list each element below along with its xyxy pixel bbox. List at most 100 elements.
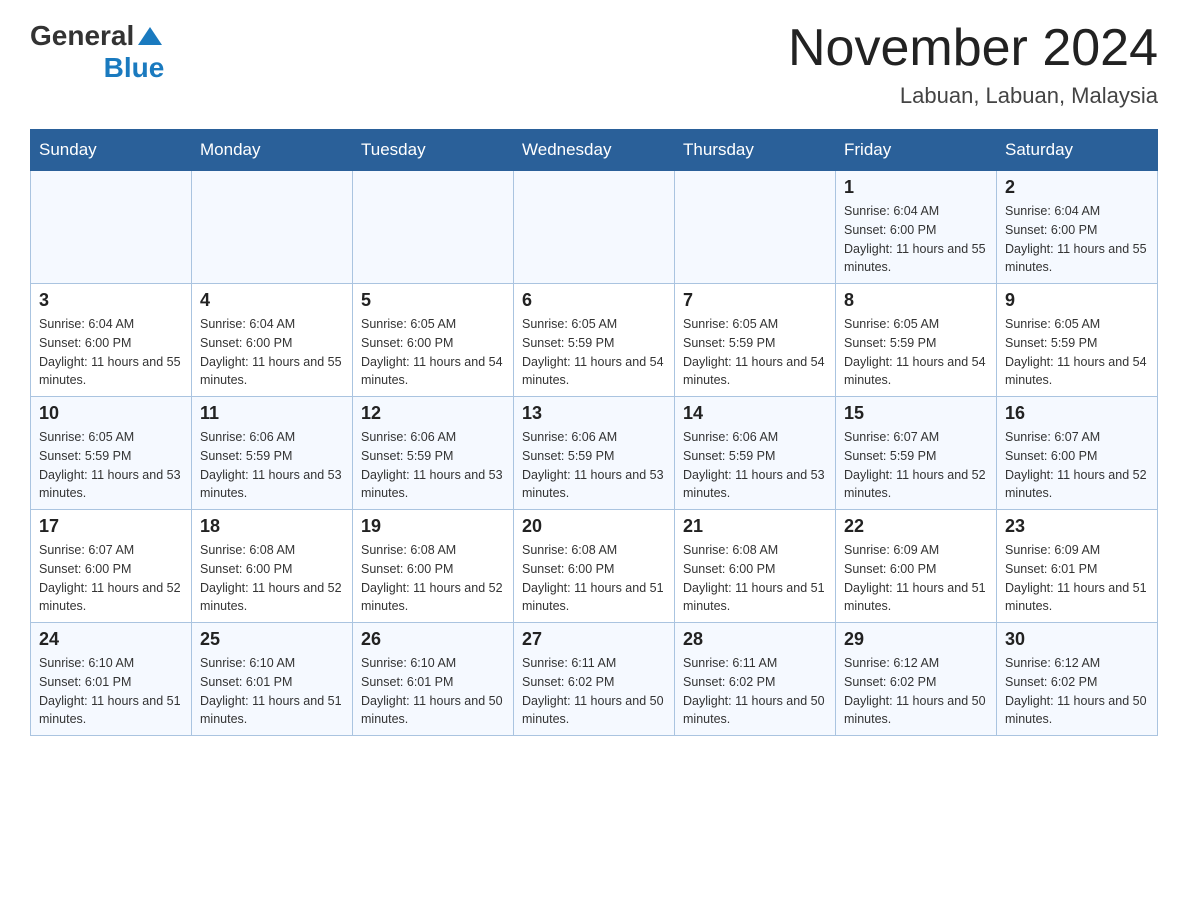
weekday-header-tuesday: Tuesday: [353, 130, 514, 171]
day-info: Sunrise: 6:05 AM Sunset: 5:59 PM Dayligh…: [844, 315, 988, 390]
day-info: Sunrise: 6:08 AM Sunset: 6:00 PM Dayligh…: [361, 541, 505, 616]
calendar-week-2: 3 Sunrise: 6:04 AM Sunset: 6:00 PM Daylig…: [31, 284, 1158, 397]
calendar-cell: 22Sunrise: 6:09 AM Sunset: 6:00 PM Dayli…: [836, 510, 997, 623]
day-info: Sunrise: 6:04 AM Sunset: 6:00 PM Dayligh…: [844, 202, 988, 277]
day-info: Sunrise: 6:05 AM Sunset: 5:59 PM Dayligh…: [39, 428, 183, 503]
weekday-header-saturday: Saturday: [997, 130, 1158, 171]
calendar-cell: 7 Sunrise: 6:05 AM Sunset: 5:59 PM Daylig…: [675, 284, 836, 397]
day-info: Sunrise: 6:06 AM Sunset: 5:59 PM Dayligh…: [522, 428, 666, 503]
day-number: 19: [361, 516, 505, 537]
day-info: Sunrise: 6:07 AM Sunset: 5:59 PM Dayligh…: [844, 428, 988, 503]
calendar-cell: 6 Sunrise: 6:05 AM Sunset: 5:59 PM Daylig…: [514, 284, 675, 397]
calendar-cell: 30Sunrise: 6:12 AM Sunset: 6:02 PM Dayli…: [997, 623, 1158, 736]
calendar-week-4: 17 Sunrise: 6:07 AM Sunset: 6:00 PM Dayli…: [31, 510, 1158, 623]
weekday-header-monday: Monday: [192, 130, 353, 171]
day-number: 7: [683, 290, 827, 311]
calendar-cell: 14 Sunrise: 6:06 AM Sunset: 5:59 PM Dayli…: [675, 397, 836, 510]
calendar-cell: 1 Sunrise: 6:04 AM Sunset: 6:00 PM Daylig…: [836, 171, 997, 284]
day-number: 23: [1005, 516, 1149, 537]
title-area: November 2024 Labuan, Labuan, Malaysia: [788, 20, 1158, 109]
day-info: Sunrise: 6:04 AM Sunset: 6:00 PM Dayligh…: [1005, 202, 1149, 277]
calendar-cell: [31, 171, 192, 284]
calendar-cell: 10Sunrise: 6:05 AM Sunset: 5:59 PM Dayli…: [31, 397, 192, 510]
calendar-cell: 11Sunrise: 6:06 AM Sunset: 5:59 PM Dayli…: [192, 397, 353, 510]
calendar-cell: 15 Sunrise: 6:07 AM Sunset: 5:59 PM Dayli…: [836, 397, 997, 510]
calendar-cell: 4 Sunrise: 6:04 AM Sunset: 6:00 PM Daylig…: [192, 284, 353, 397]
calendar-cell: 23Sunrise: 6:09 AM Sunset: 6:01 PM Dayli…: [997, 510, 1158, 623]
calendar-cell: 9 Sunrise: 6:05 AM Sunset: 5:59 PM Daylig…: [997, 284, 1158, 397]
day-number: 28: [683, 629, 827, 650]
weekday-header-wednesday: Wednesday: [514, 130, 675, 171]
day-info: Sunrise: 6:08 AM Sunset: 6:00 PM Dayligh…: [522, 541, 666, 616]
day-number: 17: [39, 516, 183, 537]
calendar-header: SundayMondayTuesdayWednesdayThursdayFrid…: [31, 130, 1158, 171]
day-number: 12: [361, 403, 505, 424]
calendar-table: SundayMondayTuesdayWednesdayThursdayFrid…: [30, 129, 1158, 736]
calendar-cell: 27 Sunrise: 6:11 AM Sunset: 6:02 PM Dayli…: [514, 623, 675, 736]
day-number: 16: [1005, 403, 1149, 424]
day-info: Sunrise: 6:12 AM Sunset: 6:02 PM Dayligh…: [1005, 654, 1149, 729]
day-number: 21: [683, 516, 827, 537]
calendar-cell: 3 Sunrise: 6:04 AM Sunset: 6:00 PM Daylig…: [31, 284, 192, 397]
calendar-cell: [353, 171, 514, 284]
day-number: 4: [200, 290, 344, 311]
location-text: Labuan, Labuan, Malaysia: [788, 83, 1158, 109]
day-number: 18: [200, 516, 344, 537]
day-info: Sunrise: 6:04 AM Sunset: 6:00 PM Dayligh…: [200, 315, 344, 390]
calendar-cell: 18Sunrise: 6:08 AM Sunset: 6:00 PM Dayli…: [192, 510, 353, 623]
day-number: 25: [200, 629, 344, 650]
day-info: Sunrise: 6:04 AM Sunset: 6:00 PM Dayligh…: [39, 315, 183, 390]
calendar-cell: [514, 171, 675, 284]
logo-triangle-icon: [136, 23, 164, 51]
day-number: 11: [200, 403, 344, 424]
day-number: 22: [844, 516, 988, 537]
day-info: Sunrise: 6:05 AM Sunset: 5:59 PM Dayligh…: [522, 315, 666, 390]
calendar-cell: 8 Sunrise: 6:05 AM Sunset: 5:59 PM Daylig…: [836, 284, 997, 397]
calendar-cell: 13 Sunrise: 6:06 AM Sunset: 5:59 PM Dayli…: [514, 397, 675, 510]
day-number: 1: [844, 177, 988, 198]
day-number: 15: [844, 403, 988, 424]
weekday-header-sunday: Sunday: [31, 130, 192, 171]
calendar-cell: 16Sunrise: 6:07 AM Sunset: 6:00 PM Dayli…: [997, 397, 1158, 510]
calendar-cell: 5Sunrise: 6:05 AM Sunset: 6:00 PM Daylig…: [353, 284, 514, 397]
day-number: 20: [522, 516, 666, 537]
weekday-header-friday: Friday: [836, 130, 997, 171]
day-number: 8: [844, 290, 988, 311]
day-info: Sunrise: 6:07 AM Sunset: 6:00 PM Dayligh…: [39, 541, 183, 616]
day-info: Sunrise: 6:06 AM Sunset: 5:59 PM Dayligh…: [683, 428, 827, 503]
logo-blue-text: Blue: [104, 52, 165, 84]
month-title: November 2024: [788, 20, 1158, 77]
logo: General Blue: [30, 20, 164, 84]
day-number: 6: [522, 290, 666, 311]
day-number: 14: [683, 403, 827, 424]
calendar-cell: [675, 171, 836, 284]
calendar-week-3: 10Sunrise: 6:05 AM Sunset: 5:59 PM Dayli…: [31, 397, 1158, 510]
day-number: 9: [1005, 290, 1149, 311]
calendar-cell: 29Sunrise: 6:12 AM Sunset: 6:02 PM Dayli…: [836, 623, 997, 736]
day-number: 3: [39, 290, 183, 311]
day-number: 13: [522, 403, 666, 424]
day-info: Sunrise: 6:10 AM Sunset: 6:01 PM Dayligh…: [200, 654, 344, 729]
day-info: Sunrise: 6:05 AM Sunset: 5:59 PM Dayligh…: [1005, 315, 1149, 390]
day-number: 27: [522, 629, 666, 650]
day-info: Sunrise: 6:11 AM Sunset: 6:02 PM Dayligh…: [683, 654, 827, 729]
calendar-cell: 20 Sunrise: 6:08 AM Sunset: 6:00 PM Dayli…: [514, 510, 675, 623]
calendar-cell: 19 Sunrise: 6:08 AM Sunset: 6:00 PM Dayli…: [353, 510, 514, 623]
logo-general-text: General: [30, 20, 134, 52]
calendar-cell: 2Sunrise: 6:04 AM Sunset: 6:00 PM Daylig…: [997, 171, 1158, 284]
day-info: Sunrise: 6:12 AM Sunset: 6:02 PM Dayligh…: [844, 654, 988, 729]
day-number: 24: [39, 629, 183, 650]
calendar-cell: 24 Sunrise: 6:10 AM Sunset: 6:01 PM Dayli…: [31, 623, 192, 736]
calendar-cell: 17 Sunrise: 6:07 AM Sunset: 6:00 PM Dayli…: [31, 510, 192, 623]
day-info: Sunrise: 6:05 AM Sunset: 5:59 PM Dayligh…: [683, 315, 827, 390]
calendar-week-5: 24 Sunrise: 6:10 AM Sunset: 6:01 PM Dayli…: [31, 623, 1158, 736]
day-number: 26: [361, 629, 505, 650]
day-info: Sunrise: 6:11 AM Sunset: 6:02 PM Dayligh…: [522, 654, 666, 729]
calendar-cell: 12 Sunrise: 6:06 AM Sunset: 5:59 PM Dayli…: [353, 397, 514, 510]
calendar-week-1: 1 Sunrise: 6:04 AM Sunset: 6:00 PM Daylig…: [31, 171, 1158, 284]
page-header: General Blue November 2024 Labuan, Labua…: [30, 20, 1158, 109]
calendar-cell: 28 Sunrise: 6:11 AM Sunset: 6:02 PM Dayli…: [675, 623, 836, 736]
day-info: Sunrise: 6:10 AM Sunset: 6:01 PM Dayligh…: [39, 654, 183, 729]
day-info: Sunrise: 6:06 AM Sunset: 5:59 PM Dayligh…: [361, 428, 505, 503]
weekday-header-thursday: Thursday: [675, 130, 836, 171]
